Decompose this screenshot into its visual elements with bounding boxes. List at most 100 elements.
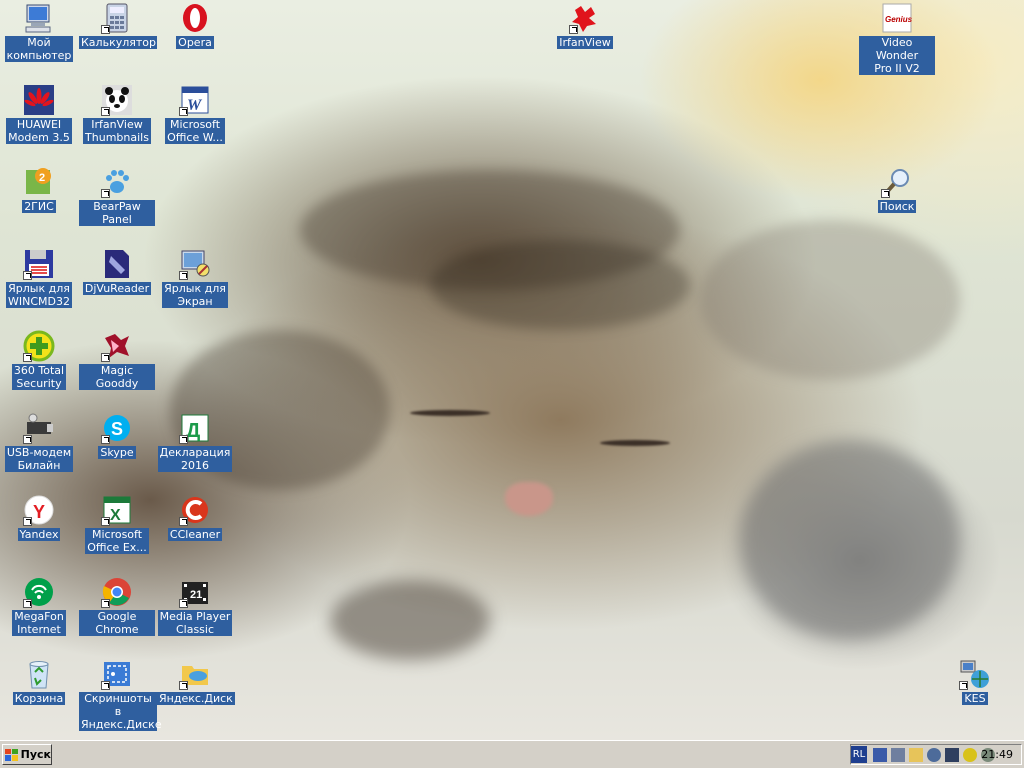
desktop-icon-ccleaner[interactable]: CCleaner [157,494,233,541]
shortcut-arrow-icon [101,435,110,444]
desktop-icon-label: Magic Gooddy [79,364,155,390]
desktop-icon-label: Корзина [12,692,66,705]
desktop-icon-label: MegaFon Internet [12,610,66,636]
shortcut-arrow-icon [101,599,110,608]
desktop-icon-huawei-modem[interactable]: HUAWEI Modem 3.5 [1,84,77,144]
desktop-icon-mpc[interactable]: 21 Media Player Classic [157,576,233,636]
language-indicator[interactable]: RL [851,746,867,763]
desktop-icon-chrome[interactable]: Google Chrome [79,576,155,636]
desktop-icon-360-security[interactable]: 360 Total Security [1,330,77,390]
shortcut-arrow-icon [959,681,968,690]
desktop-icon-yandex-disk[interactable]: Яндекс.Диск [157,658,235,705]
desktop-icon-label: Мой компьютер [4,36,74,62]
svg-text:X: X [110,507,121,524]
folder-tray-icon[interactable] [909,747,923,762]
shortcut-arrow-icon [101,107,110,116]
desktop-icon-kes[interactable]: KES [937,658,1013,705]
shortcut-arrow-icon [101,189,110,198]
network-icon [959,658,991,690]
svg-text:W: W [187,97,203,114]
word-icon: W [179,84,211,116]
desktop-icon-my-computer[interactable]: Мой компьютер [1,2,77,62]
desktop-icon-ms-word[interactable]: W Microsoft Office W... [157,84,233,144]
desktop-icon-label: Skype [98,446,136,459]
desktop-icon-video-wonder[interactable]: Genius Video Wonder Pro II V2 [859,2,935,75]
desktop-icon-label: Google Chrome [79,610,155,636]
svg-text:Genius: Genius [885,15,913,24]
floppy-icon [23,248,55,280]
ccleaner-icon [179,494,211,526]
desktop-icon-wincmd[interactable]: Ярлык для WINCMD32 [1,248,77,308]
desktop-icon-label: CCleaner [167,528,223,541]
svg-text:2: 2 [39,172,45,184]
desktop-icon-skype[interactable]: S Skype [79,412,155,459]
desktop-icon-label: Скриншоты в Яндекс.Диске [79,692,162,731]
svg-text:Д: Д [186,420,200,442]
shortcut-arrow-icon [101,353,110,362]
chrome-icon [101,576,133,608]
safety-tray-icon[interactable] [963,747,977,762]
desktop-icon-label: Video Wonder Pro II V2 [859,36,935,75]
desktop-icon-opera[interactable]: Opera [157,2,233,49]
shortcut-arrow-icon [179,517,188,526]
desktop-icon-irfanview-thumbnails[interactable]: IrfanView Thumbnails [79,84,155,144]
desktop-icon-label: Ярлык для WINCMD32 [6,282,72,308]
svg-text:Y: Y [33,502,45,522]
shortcut-arrow-icon [23,353,32,362]
shortcut-arrow-icon [23,271,32,280]
desktop-icon-calculator[interactable]: Калькулятор [79,2,157,49]
shortcut-arrow-icon [569,25,578,34]
desktop-icon-screen-shortcut[interactable]: Ярлык для Экран [157,248,233,308]
desktop-icon-yandex-screenshots[interactable]: Скриншоты в Яндекс.Диске [79,658,162,731]
desktop-icon-2gis[interactable]: 2 2ГИС [1,166,77,213]
djvu-icon [101,248,133,280]
desktop-icon-label: Калькулятор [79,36,157,49]
declaration-icon: Д [179,412,211,444]
start-button[interactable]: Пуск [2,744,52,765]
2gis-icon: 2 [23,166,55,198]
desktop-icon-usb-modem[interactable]: USB-модем Билайн [1,412,77,472]
desktop-icon-yandex[interactable]: Y Yandex [1,494,77,541]
windows-flag-icon [5,748,18,761]
desktop-icon-recycle-bin[interactable]: Корзина [1,658,77,705]
desktop-icon-label: USB-модем Билайн [4,446,74,472]
shortcut-arrow-icon [179,435,188,444]
shortcut-arrow-icon [179,107,188,116]
my-computer-icon [23,2,55,34]
monitor-tray-icon[interactable] [891,747,905,762]
system-tray: 21:49 [850,744,1022,765]
desktop-icon-magic-gooddy[interactable]: Magic Gooddy [79,330,155,390]
desktop-icon-search[interactable]: Поиск [859,166,935,213]
desktop-icon-megafon[interactable]: MegaFon Internet [1,576,77,636]
recycle-bin-icon [23,658,55,690]
irfanview-icon [569,2,601,34]
calculator-icon [101,2,133,34]
shortcut-arrow-icon [101,25,110,34]
genius-icon: Genius [881,2,913,34]
desktop-icon-irfanview[interactable]: IrfanView [547,2,623,49]
shortcut-arrow-icon [179,681,188,690]
taskbar: Пуск 21:49 RL [0,740,1024,768]
shortcut-arrow-icon [881,189,890,198]
desktop-icon-label: Microsoft Office W... [165,118,225,144]
desktop-icon-label: 2ГИС [22,200,56,213]
antivirus-tray-icon[interactable] [927,747,941,762]
clock[interactable]: 21:49 [981,745,1013,764]
network-tray-icon[interactable] [873,747,887,762]
shortcut-arrow-icon [23,435,32,444]
desktop-icon-label: Ярлык для Экран [162,282,228,308]
svg-text:21: 21 [190,589,202,601]
desktop-icon-declaration[interactable]: Д Декларация 2016 [157,412,233,472]
desktop-icon-djvureader[interactable]: DjVuReader [79,248,155,295]
shortcut-arrow-icon [179,599,188,608]
desktop-icon-bearpaw[interactable]: BearPaw Panel [79,166,155,226]
desktop-icon-label: 360 Total Security [11,364,67,390]
desktop-icon-label: Декларация 2016 [157,446,233,472]
shortcut-arrow-icon [23,517,32,526]
megafon-icon [23,576,55,608]
desktop-icon-label: Поиск [877,200,917,213]
shortcut-arrow-icon [179,271,188,280]
desktop-icon-ms-excel[interactable]: X Microsoft Office Ex... [79,494,155,554]
yandex-disk-icon [179,658,211,690]
speaker-tray-icon[interactable] [945,747,959,762]
